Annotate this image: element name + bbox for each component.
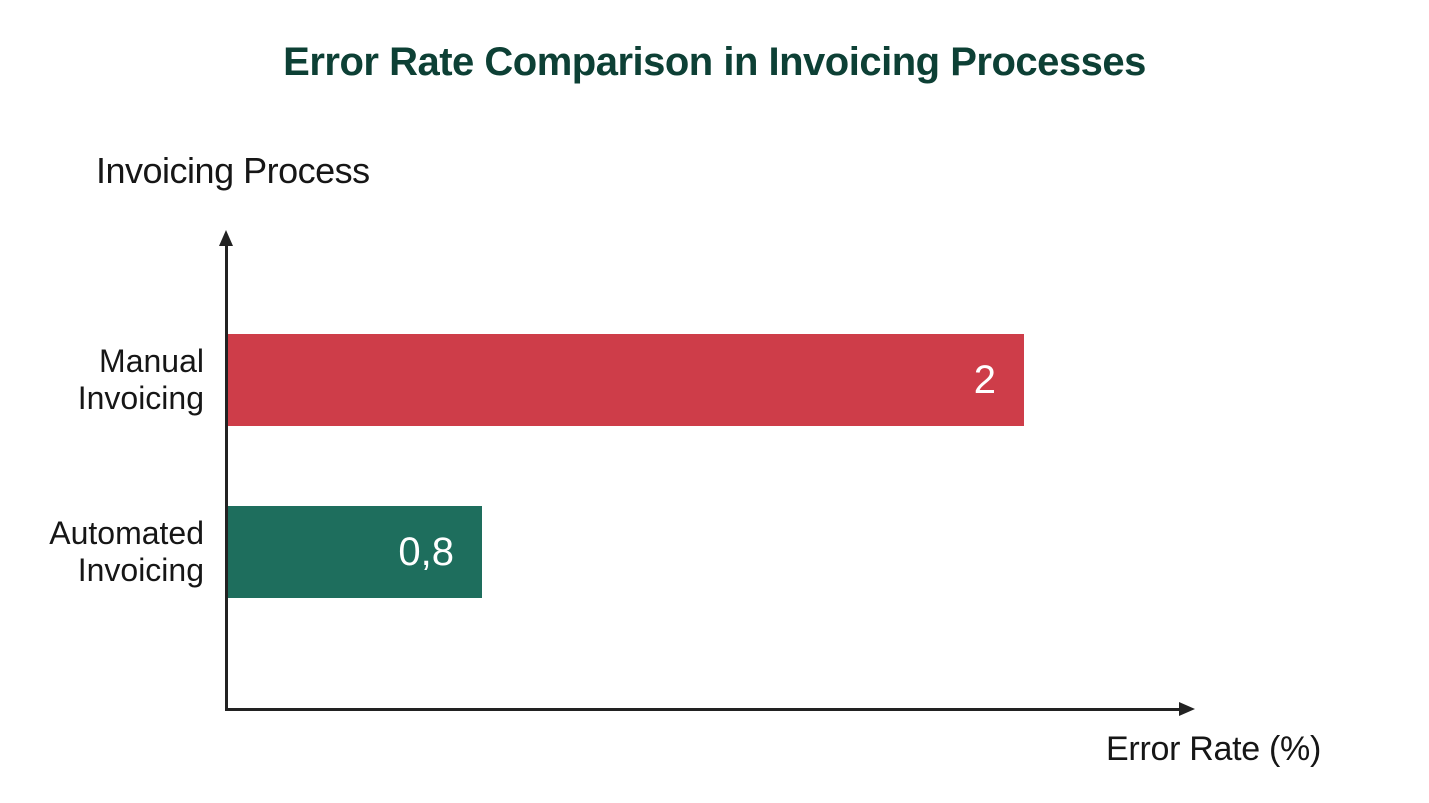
bar-value-automated: 0,8 bbox=[398, 530, 454, 575]
bar-label-automated: Automated Invoicing bbox=[4, 515, 204, 589]
x-axis-title: Error Rate (%) bbox=[1106, 730, 1321, 769]
x-axis-arrow-icon bbox=[1179, 702, 1195, 716]
x-axis-line bbox=[225, 708, 1181, 711]
bar-label-manual: Manual Invoicing bbox=[4, 343, 204, 417]
y-axis-line bbox=[225, 244, 228, 710]
bar-label-line: Invoicing bbox=[78, 552, 204, 588]
bar-manual-invoicing: Manual Invoicing 2 bbox=[228, 334, 1024, 426]
chart-area: Manual Invoicing 2 Automated Invoicing 0… bbox=[225, 230, 1195, 710]
y-axis-arrow-icon bbox=[219, 230, 233, 246]
chart-title: Error Rate Comparison in Invoicing Proce… bbox=[0, 40, 1429, 85]
y-axis-title: Invoicing Process bbox=[96, 150, 370, 192]
bar-label-line: Manual bbox=[99, 343, 204, 379]
bar-value-manual: 2 bbox=[974, 358, 996, 403]
bar-label-line: Invoicing bbox=[78, 380, 204, 416]
bar-label-line: Automated bbox=[49, 515, 204, 551]
bar-automated-invoicing: Automated Invoicing 0,8 bbox=[228, 506, 482, 598]
